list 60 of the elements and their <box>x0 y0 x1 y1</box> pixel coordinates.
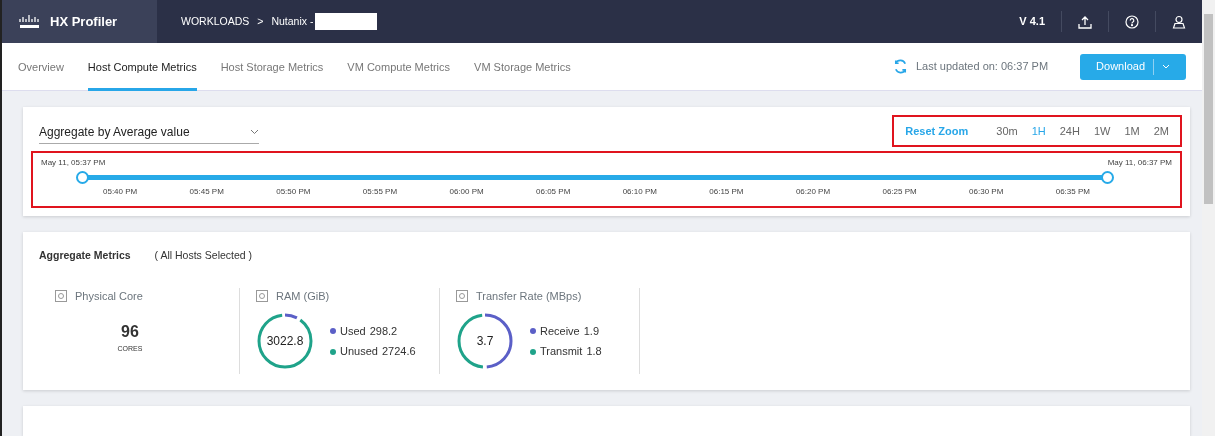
tick-label: 06:20 PM <box>795 186 831 198</box>
donut-chart <box>256 312 314 371</box>
user-icon[interactable] <box>1172 14 1186 29</box>
legend-label: Transmit <box>540 344 583 360</box>
time-range-button[interactable]: 1M <box>1117 122 1147 140</box>
tick-label: 06:15 PM <box>709 186 744 198</box>
donut-value: 3.7 <box>476 333 494 351</box>
time-range-button[interactable]: 24H <box>1052 122 1087 140</box>
breadcrumb-current: Nutanix - <box>271 13 314 29</box>
legend-label: Unused <box>340 344 378 360</box>
logo-icon <box>18 14 42 29</box>
redaction-box <box>315 13 378 30</box>
upload-icon[interactable] <box>1078 14 1092 29</box>
section-subtitle: ( All Hosts Selected ) <box>154 248 253 263</box>
tab[interactable]: VM Storage Metrics <box>474 43 571 91</box>
version-label: V 4.1 <box>1018 14 1046 30</box>
tick-label: 06:00 PM <box>449 186 484 198</box>
tick-label: 06:25 PM <box>882 186 917 198</box>
metric-value: 96 <box>121 322 139 343</box>
donut-chart <box>456 312 514 371</box>
section-title: Aggregate Metrics <box>39 248 131 263</box>
aggregate-dropdown[interactable]: Aggregate by Average value <box>39 123 259 144</box>
metric-title: RAM (GiB) <box>276 288 330 304</box>
time-range-button[interactable]: 1W <box>1086 122 1118 140</box>
tick-label: 05:40 PM <box>103 186 138 198</box>
tick-label: 05:50 PM <box>276 186 311 198</box>
end-time-label: May 11, 06:37 PM <box>1107 157 1172 169</box>
metric-icon <box>55 290 67 302</box>
legend-value: 2724.6 <box>381 344 416 360</box>
breadcrumb-separator: > <box>257 13 264 29</box>
tick-label: 06:10 PM <box>622 186 657 198</box>
tab[interactable]: Overview <box>18 43 64 91</box>
last-updated-text: Last updated on: 06:37 PM <box>915 59 1049 75</box>
breadcrumb-link[interactable]: WORKLOADS <box>181 13 250 30</box>
legend-value: 298.2 <box>369 323 398 339</box>
donut-value: 3022.8 <box>266 333 304 351</box>
legend-label: Receive <box>540 323 580 339</box>
tick-label: 06:35 PM <box>1055 186 1090 198</box>
tab[interactable]: Host Storage Metrics <box>220 43 324 91</box>
tick-label: 05:45 PM <box>189 186 224 198</box>
tab[interactable]: Host Compute Metrics <box>87 43 197 91</box>
refresh-icon[interactable] <box>892 59 908 74</box>
app-title: HX Profiler <box>50 12 118 31</box>
metric-title: Transfer Rate (MBps) <box>476 288 582 304</box>
tick-label: 06:05 PM <box>536 186 571 198</box>
caret-icon[interactable] <box>1162 64 1170 69</box>
help-icon[interactable] <box>1125 14 1139 29</box>
metric-icon <box>256 290 268 302</box>
legend-label: Used <box>340 323 366 339</box>
metric-title: Physical Core <box>75 288 143 304</box>
tab[interactable]: VM Compute Metrics <box>347 43 451 91</box>
chevron-icon[interactable] <box>250 129 259 135</box>
time-range-button[interactable]: 2M <box>1146 122 1176 140</box>
legend-value: 1.9 <box>583 323 600 339</box>
tick-label: 05:55 PM <box>362 186 398 198</box>
tick-label: 06:30 PM <box>969 186 1004 198</box>
metric-icon <box>456 290 468 302</box>
start-time-label: May 11, 05:37 PM <box>41 157 106 169</box>
legend-value: 1.8 <box>586 344 602 360</box>
time-range-button[interactable]: 30m <box>989 122 1025 140</box>
